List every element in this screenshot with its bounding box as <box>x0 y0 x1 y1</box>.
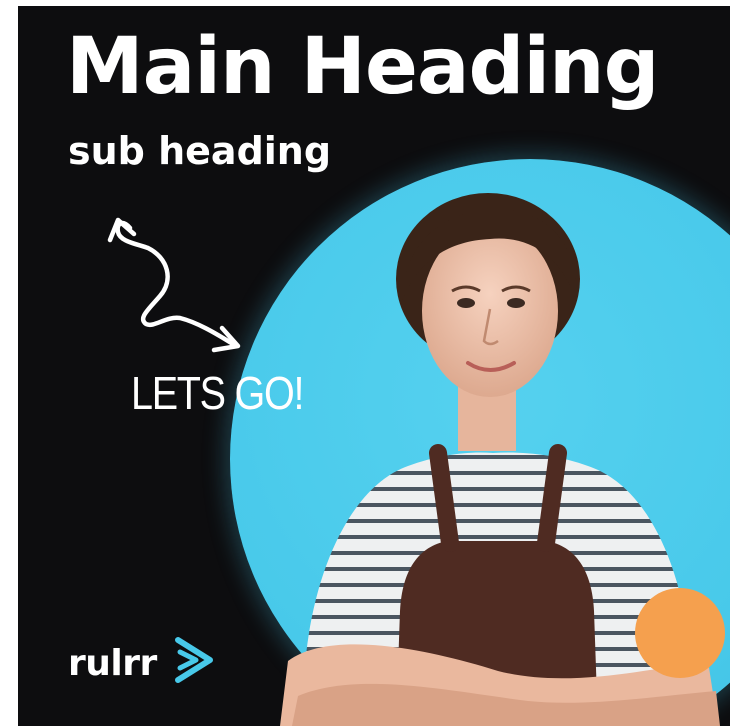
main-heading: Main Heading <box>66 22 659 112</box>
curly-arrow-icon <box>107 217 241 353</box>
brand-logo-text: rulrr <box>68 643 157 684</box>
ad-banner: Main Heading sub heading LETS GO! rulrr <box>0 0 730 726</box>
banner-panel: Main Heading sub heading LETS GO! rulrr <box>18 6 730 726</box>
cta-part-1: LETS <box>131 367 235 419</box>
orange-accent-dot <box>635 588 725 678</box>
sub-heading: sub heading <box>68 129 332 173</box>
chevron-play-icon <box>175 637 213 683</box>
